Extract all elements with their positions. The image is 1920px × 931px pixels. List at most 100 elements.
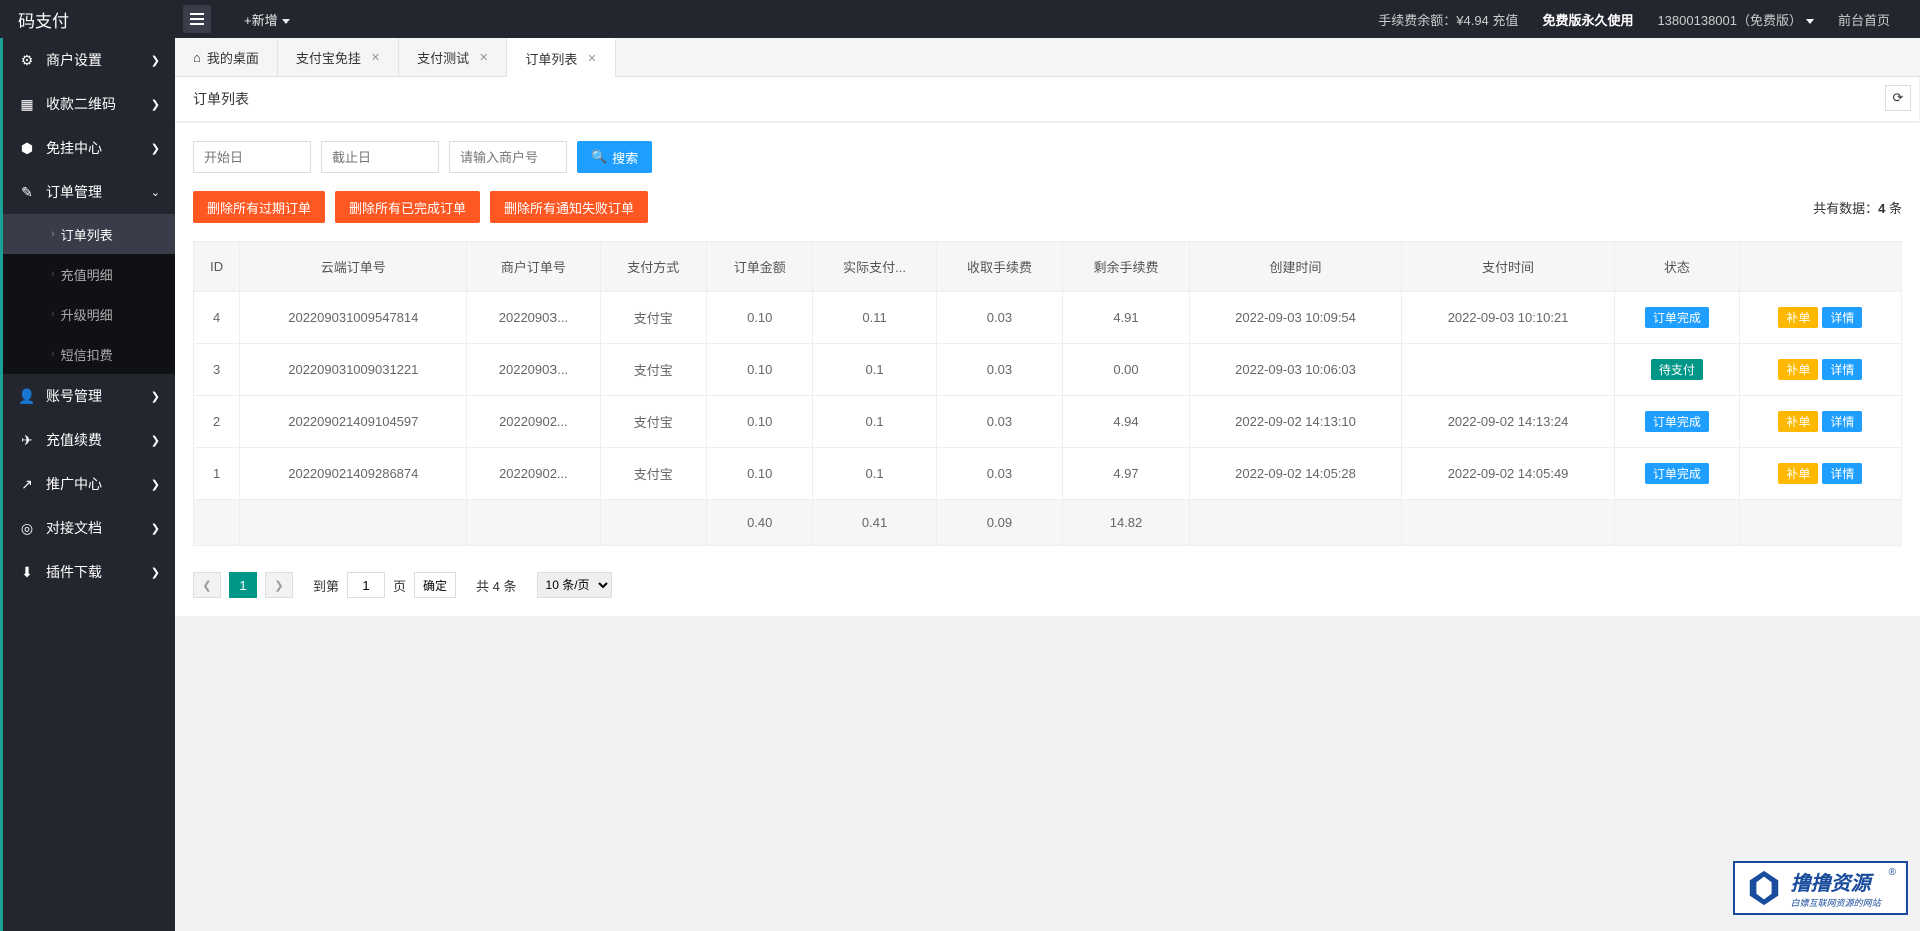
hamburger-icon [190, 13, 204, 25]
sidebar-subitem[interactable]: ›订单列表 [3, 214, 175, 254]
status-badge: 订单完成 [1645, 307, 1709, 328]
delete-failed-button[interactable]: 删除所有通知失败订单 [490, 191, 648, 223]
table-header: 云端订单号 [240, 242, 467, 292]
chevron-icon: ⌄ [151, 186, 160, 199]
sidebar-item[interactable]: ↗ 推广中心 ❯ [3, 462, 175, 506]
sidebar-item[interactable]: ◎ 对接文档 ❯ [3, 506, 175, 550]
table-header: 支付方式 [600, 242, 706, 292]
nav-label: 免挂中心 [46, 138, 102, 158]
goto-confirm-button[interactable]: 确定 [414, 572, 456, 598]
sidebar-subitem[interactable]: ›升级明细 [3, 294, 175, 334]
supplement-button[interactable]: 补单 [1778, 307, 1818, 328]
close-icon[interactable]: ✕ [479, 51, 488, 64]
table-header: 商户订单号 [467, 242, 600, 292]
free-version-label: 免费版永久使用 [1542, 10, 1633, 29]
sidebar-item[interactable]: ⚙ 商户设置 ❯ [3, 38, 175, 82]
status-badge: 待支付 [1651, 359, 1703, 380]
search-icon: 🔍 [591, 149, 607, 165]
end-date-input[interactable] [321, 141, 439, 173]
table-header [1739, 242, 1901, 292]
delete-expired-button[interactable]: 删除所有过期订单 [193, 191, 325, 223]
sidebar-subitem[interactable]: ›短信扣费 [3, 334, 175, 374]
detail-button[interactable]: 详情 [1822, 307, 1862, 328]
prev-page-button[interactable]: ❮ [193, 572, 221, 598]
chevron-icon: ❯ [151, 54, 160, 67]
tab[interactable]: 支付宝免挂✕ [278, 38, 399, 77]
page-label: 页 [393, 576, 406, 595]
menu-toggle[interactable] [183, 5, 211, 33]
table-header: 实际支付... [813, 242, 936, 292]
nav-icon: ✎ [18, 184, 36, 201]
close-icon[interactable]: ✕ [587, 52, 596, 65]
account-dropdown[interactable]: 13800138001（免费版） [1657, 10, 1814, 29]
chevron-icon: ❯ [151, 566, 160, 579]
chevron-icon: ❯ [151, 522, 160, 535]
pager: ❮ 1 ❯ 到第 页 确定 共 4 条 10 条/页 [175, 564, 1920, 616]
page-number[interactable]: 1 [229, 572, 257, 598]
nav-label: 商户设置 [46, 50, 102, 70]
chevron-icon: ❯ [151, 478, 160, 491]
tabs: ⌂我的桌面支付宝免挂✕支付测试✕订单列表✕ [175, 38, 1920, 77]
nav-icon: ⬢ [18, 140, 36, 157]
goto-page-input[interactable] [347, 572, 385, 598]
panel-title: 订单列表 ⟳ [175, 77, 1919, 122]
chevron-icon: ❯ [151, 390, 160, 403]
start-date-input[interactable] [193, 141, 311, 173]
detail-button[interactable]: 详情 [1822, 463, 1862, 484]
search-button[interactable]: 🔍搜索 [577, 141, 652, 173]
pager-total: 共 4 条 [476, 576, 516, 595]
tab[interactable]: 订单列表✕ [507, 38, 615, 77]
refresh-button[interactable]: ⟳ [1885, 85, 1911, 111]
nav-icon: ↗ [18, 476, 36, 493]
filters: 🔍搜索 [175, 123, 1920, 191]
supplement-button[interactable]: 补单 [1778, 359, 1818, 380]
nav-icon: ▦ [18, 96, 36, 113]
merchant-input[interactable] [449, 141, 567, 173]
nav-label: 推广中心 [46, 474, 102, 494]
orders-table: ID云端订单号商户订单号支付方式订单金额实际支付...收取手续费剩余手续费创建时… [193, 241, 1902, 546]
nav-label: 账号管理 [46, 386, 102, 406]
watermark-icon [1745, 869, 1783, 907]
header: 码支付 +新增 手续费余额：¥4.94 充值 免费版永久使用 138001380… [0, 0, 1920, 38]
frontend-link[interactable]: 前台首页 [1838, 10, 1890, 29]
tab[interactable]: ⌂我的桌面 [175, 38, 278, 77]
supplement-button[interactable]: 补单 [1778, 463, 1818, 484]
nav-label: 对接文档 [46, 518, 102, 538]
sidebar-item[interactable]: 👤 账号管理 ❯ [3, 374, 175, 418]
chevron-icon: ❯ [151, 98, 160, 111]
recharge-link[interactable]: 充值 [1492, 13, 1518, 28]
sidebar-item[interactable]: ⬢ 免挂中心 ❯ [3, 126, 175, 170]
nav-icon: ◎ [18, 520, 36, 537]
nav-icon: ⬇ [18, 564, 36, 581]
chevron-icon: ❯ [151, 434, 160, 447]
sidebar-item[interactable]: ▦ 收款二维码 ❯ [3, 82, 175, 126]
close-icon[interactable]: ✕ [371, 51, 380, 64]
table-row: 32022090310090312212022090З...支付宝0.100.1… [194, 344, 1902, 396]
table-row: 42022090310095478142022090З...支付宝0.100.1… [194, 292, 1902, 344]
logo: 码支付 [0, 7, 175, 32]
delete-completed-button[interactable]: 删除所有已完成订单 [335, 191, 480, 223]
header-right: 手续费余额：¥4.94 充值 免费版永久使用 13800138001（免费版） … [1378, 10, 1920, 29]
sidebar-subitem[interactable]: ›充值明细 [3, 254, 175, 294]
detail-button[interactable]: 详情 [1822, 411, 1862, 432]
sidebar-item[interactable]: ✎订单管理⌄ [3, 170, 175, 214]
sidebar-item[interactable]: ✈充值续费❯ [3, 418, 175, 462]
pagesize-select[interactable]: 10 条/页 [537, 572, 612, 598]
supplement-button[interactable]: 补单 [1778, 411, 1818, 432]
next-page-button[interactable]: ❯ [265, 572, 293, 598]
add-new-dropdown[interactable]: +新增 [244, 10, 290, 29]
table-footer-row: 0.400.410.0914.82 [194, 500, 1902, 546]
detail-button[interactable]: 详情 [1822, 359, 1862, 380]
home-icon: ⌂ [193, 50, 201, 65]
nav-icon: ⚙ [18, 52, 36, 69]
chevron-down-icon [282, 19, 290, 24]
table-row: 120220902140928687420220902...支付宝0.100.1… [194, 448, 1902, 500]
nav-icon: 👤 [18, 388, 36, 405]
refresh-icon: ⟳ [1893, 90, 1904, 106]
sidebar-item[interactable]: ⬇插件下载❯ [3, 550, 175, 594]
tab[interactable]: 支付测试✕ [399, 38, 507, 77]
nav-label: 收款二维码 [46, 94, 116, 114]
total-count: 共有数据：4 条 [1813, 198, 1902, 217]
chevron-icon: ❯ [151, 142, 160, 155]
table-row: 220220902140910459720220902...支付宝0.100.1… [194, 396, 1902, 448]
